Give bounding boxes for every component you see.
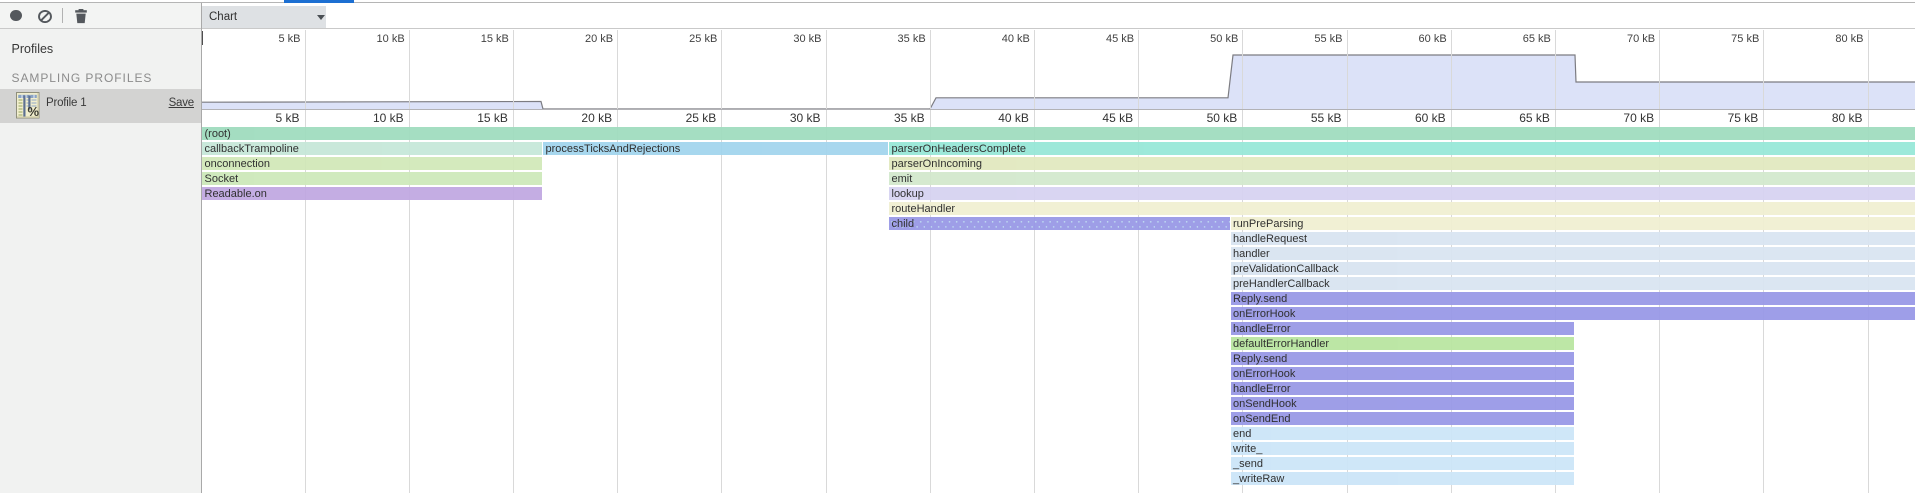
svg-text:%: %: [28, 104, 40, 119]
